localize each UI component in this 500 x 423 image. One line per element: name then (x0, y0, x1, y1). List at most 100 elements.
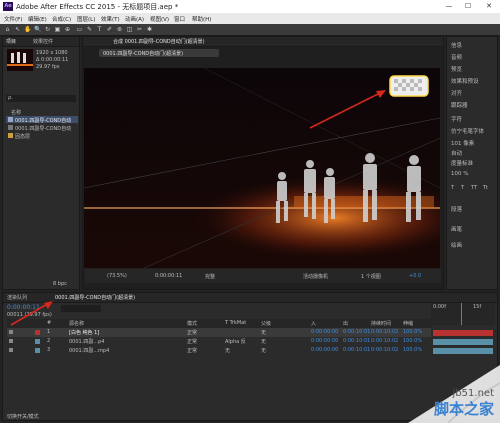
close-button[interactable]: ✕ (480, 0, 498, 13)
playhead[interactable] (461, 303, 462, 325)
italic-style-button[interactable]: T (461, 185, 464, 191)
menu-animation[interactable]: 动画(A) (125, 15, 144, 23)
layer-color-label[interactable] (35, 339, 40, 344)
font-family-dropdown[interactable]: 仿宁毛笔字体 (451, 127, 484, 135)
eraser-icon[interactable]: ◫ (126, 26, 133, 33)
tab-effect-controls[interactable]: 效果控件 (33, 38, 53, 45)
menu-file[interactable]: 文件(F) (4, 15, 22, 23)
toggle-switches-modes[interactable]: 切换开关/模式 (7, 413, 39, 420)
layer-duration[interactable]: 0:00:10:02 (371, 347, 398, 353)
menu-help[interactable]: 帮助(H) (192, 15, 211, 23)
panel-audio[interactable]: 音频 (451, 53, 462, 61)
scale-field[interactable]: 100 % (451, 171, 468, 177)
hand-tool-icon[interactable]: ✋ (24, 26, 31, 33)
layer-bar[interactable] (433, 348, 493, 354)
panel-effects-presets[interactable]: 效果和预设 (451, 77, 479, 85)
rectangle-tool-icon[interactable]: ▭ (76, 26, 83, 33)
tab-project[interactable]: 项目 (6, 38, 16, 45)
resolution-dropdown[interactable]: 完整 (205, 273, 215, 280)
layer-name[interactable]: [白色 纯色 1] (69, 329, 99, 336)
layer-in[interactable]: 0:00:00:00 (311, 347, 338, 353)
clone-stamp-icon[interactable]: ⊛ (116, 26, 123, 33)
layer-out[interactable]: 0:00:10:01 (343, 347, 370, 353)
font-size-field[interactable]: 101 像素 (451, 139, 474, 147)
camera-dropdown[interactable]: 活动摄像机 (303, 273, 328, 280)
home-icon[interactable]: ⌂ (4, 26, 11, 33)
layer-in[interactable]: 0:00:00:00 (311, 329, 338, 335)
breadcrumb[interactable]: 0001.四副导-COND自动门(超清景) (99, 49, 219, 57)
layer-stretch[interactable]: 100.0% (403, 329, 422, 335)
layer-parent[interactable]: 无 (261, 329, 266, 336)
panel-brushes[interactable]: 画笔 (451, 225, 462, 233)
layer-duration[interactable]: 0:00:10:02 (371, 329, 398, 335)
pan-behind-icon[interactable]: ⊕ (64, 26, 71, 33)
zoom-dropdown[interactable]: (73.5%) (107, 273, 127, 279)
menu-effect[interactable]: 效果(T) (101, 15, 120, 23)
layer-mode[interactable]: 正常 (187, 347, 197, 354)
list-item[interactable]: 0001.四副导-COND自动 (6, 124, 78, 132)
layer-bar[interactable] (433, 330, 493, 336)
text-tool-icon[interactable]: T (96, 26, 103, 33)
tab-timeline-comp[interactable]: 0001.四副导-COND自动门(超清景) (55, 294, 135, 301)
layer-name[interactable]: 0001.四副...p4 (69, 338, 104, 345)
layer-mode[interactable]: 正常 (187, 338, 197, 345)
composition-viewer[interactable] (84, 68, 440, 268)
viewer-timecode[interactable]: 0:00:00:11 (155, 273, 182, 279)
leading-field[interactable]: 自动 (451, 149, 462, 157)
layer-parent[interactable]: 无 (261, 347, 266, 354)
roto-brush-icon[interactable]: ✂ (136, 26, 143, 33)
brush-tool-icon[interactable]: ✐ (106, 26, 113, 33)
panel-info[interactable]: 信息 (451, 41, 462, 49)
bit-depth-label[interactable]: 8 bpc (53, 281, 67, 287)
menu-view[interactable]: 视图(V) (150, 15, 169, 23)
pen-tool-icon[interactable]: ✎ (86, 26, 93, 33)
panel-paragraph[interactable]: 段落 (451, 205, 462, 213)
panel-align[interactable]: 对齐 (451, 89, 462, 97)
list-item[interactable]: 0001.四副导-COND自动 (6, 116, 78, 124)
puppet-pin-icon[interactable]: ✱ (146, 26, 153, 33)
menu-edit[interactable]: 编辑(E) (28, 15, 47, 23)
table-row[interactable]: 2 0001.四副...p4 正常 Alpha 反 无 0:00:00:00 0… (7, 337, 431, 346)
list-item[interactable]: 固态层 (6, 132, 78, 140)
views-dropdown[interactable]: 1 个视图 (361, 273, 381, 280)
layer-name[interactable]: 0001.四副...mp4 (69, 347, 109, 354)
project-search-input[interactable]: ρ. (6, 95, 76, 102)
exposure-value[interactable]: +0.0 (409, 273, 421, 279)
camera-tool-icon[interactable]: ▣ (54, 26, 61, 33)
menu-window[interactable]: 窗口 (174, 15, 185, 23)
layer-mode[interactable]: 正常 (187, 329, 197, 336)
bold-style-button[interactable]: T (451, 185, 454, 191)
minimize-button[interactable]: — (440, 0, 458, 13)
panel-paint[interactable]: 绘画 (451, 241, 462, 249)
menu-layer[interactable]: 图层(L) (77, 15, 95, 23)
selection-tool-icon[interactable]: ↖ (14, 26, 21, 33)
allcaps-style-button[interactable]: TT (471, 185, 477, 191)
zoom-tool-icon[interactable]: 🔍 (34, 26, 41, 33)
maximize-button[interactable]: ☐ (459, 0, 477, 13)
layer-trkmat[interactable]: Alpha 反 (225, 338, 246, 345)
visibility-eye-icon[interactable] (9, 339, 13, 343)
menu-composition[interactable]: 合成(C) (52, 15, 71, 23)
layer-in[interactable]: 0:00:00:00 (311, 338, 338, 344)
layer-trkmat[interactable]: 无 (225, 347, 230, 354)
layer-out[interactable]: 0:00:10:01 (343, 329, 370, 335)
timeline-search-input[interactable] (61, 305, 101, 312)
tracking-field[interactable]: 度量标准 (451, 159, 473, 167)
layer-parent[interactable]: 无 (261, 338, 266, 345)
visibility-eye-icon[interactable] (9, 348, 13, 352)
smallcaps-style-button[interactable]: Tt (483, 185, 488, 191)
col-source-name[interactable]: 源名称 (69, 320, 84, 327)
layer-color-label[interactable] (35, 348, 40, 353)
layer-stretch[interactable]: 100.0% (403, 347, 422, 353)
column-name-header[interactable]: 名称 (11, 109, 21, 116)
table-row[interactable]: 1 [白色 纯色 1] 正常 无 0:00:00:00 0:00:10:01 0… (7, 328, 431, 337)
panel-preview[interactable]: 预览 (451, 65, 462, 73)
layer-stretch[interactable]: 100.0% (403, 338, 422, 344)
table-row[interactable]: 3 0001.四副...mp4 正常 无 无 0:00:00:00 0:00:1… (7, 346, 431, 355)
panel-character[interactable]: 字符 (451, 115, 462, 123)
layer-duration[interactable]: 0:00:10:02 (371, 338, 398, 344)
layer-bar[interactable] (433, 339, 493, 345)
panel-tracker[interactable]: 跟踪器 (451, 101, 468, 109)
rotate-tool-icon[interactable]: ↻ (44, 26, 51, 33)
time-ruler[interactable]: 0:00f 15f (431, 303, 495, 325)
